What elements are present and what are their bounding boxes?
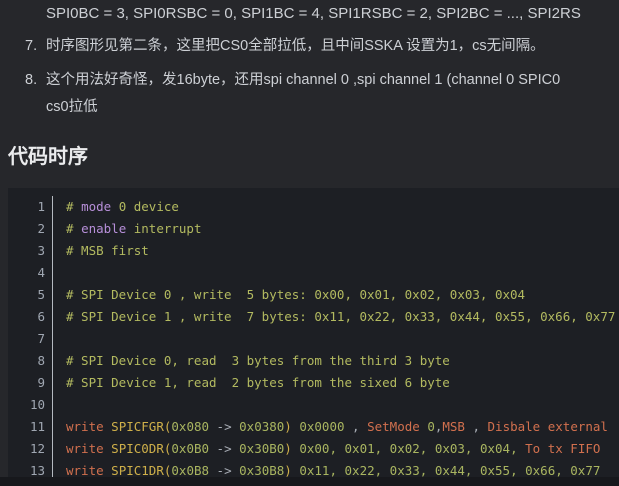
code-token: 0x0B8 bbox=[171, 463, 209, 478]
line-number: 9 bbox=[8, 372, 53, 394]
line-number: 6 bbox=[8, 306, 53, 328]
code-line: 3 # MSB first bbox=[8, 240, 619, 262]
code-token: write bbox=[66, 419, 104, 434]
code-token: # SPI Device 0 , write 5 bytes: 0x00, 0x… bbox=[66, 287, 525, 302]
code-token: Disbale external bbox=[488, 419, 608, 434]
code-token: # SPI Device 1, read 2 bytes from the si… bbox=[66, 375, 450, 390]
horizontal-scrollbar-track[interactable] bbox=[0, 477, 619, 486]
code-line: 10 bbox=[8, 394, 619, 416]
list-item-continuation-text: SPI0BC = 3, SPI0RSBC = 0, SPI1BC = 4, SP… bbox=[46, 0, 581, 27]
code-line: 4 bbox=[8, 262, 619, 284]
code-line: 12write SPIC0DR(0x0B0 -> 0x30B0) 0x00, 0… bbox=[8, 438, 619, 460]
code-token: To tx FIFO bbox=[525, 441, 600, 456]
code-lines-container: 1# mode 0 device2# enable interrupt3# MS… bbox=[8, 196, 619, 482]
code-line: 11write SPICFGR(0x080 -> 0x0380) 0x0000 … bbox=[8, 416, 619, 438]
code-line: 7 bbox=[8, 328, 619, 350]
code-token: mode bbox=[81, 199, 111, 214]
code-token: SPIC0DR( bbox=[111, 441, 171, 456]
section-heading: 代码时序 bbox=[8, 144, 88, 170]
code-token: MSB bbox=[442, 419, 465, 434]
code-line-text: # SPI Device 0 , write 5 bytes: 0x00, 0x… bbox=[53, 284, 525, 306]
list-item-number: 8. bbox=[25, 67, 37, 94]
code-line-text bbox=[53, 328, 66, 350]
code-line-text: # MSB first bbox=[53, 240, 149, 262]
code-token: # bbox=[66, 221, 81, 236]
line-number: 11 bbox=[8, 416, 53, 438]
code-line-text bbox=[53, 262, 66, 284]
code-token: 0x11, 0x22, 0x33, 0x44, 0x55, 0x66, 0x77 bbox=[299, 463, 600, 478]
code-line-text bbox=[53, 394, 66, 416]
list-item-line: 7. 时序图形见第二条，这里把CS0全部拉低，且中间SSKA 设置为1，cs无间隔… bbox=[0, 33, 619, 60]
list-item-text: 这个用法好奇怪，发16byte，还用spi channel 0 ,spi cha… bbox=[46, 72, 560, 88]
line-number: 8 bbox=[8, 350, 53, 372]
code-line-text: write SPICFGR(0x080 -> 0x0380) 0x0000 , … bbox=[53, 416, 608, 438]
code-token: 0x0000 bbox=[299, 419, 344, 434]
code-token: ) bbox=[284, 419, 292, 434]
code-token bbox=[518, 441, 526, 456]
code-token: 0x30B8 bbox=[239, 463, 284, 478]
code-line: 1# mode 0 device bbox=[8, 196, 619, 218]
line-number: 7 bbox=[8, 328, 53, 350]
code-line-text: write SPIC0DR(0x0B0 -> 0x30B0) 0x00, 0x0… bbox=[53, 438, 600, 460]
code-token: 0 device bbox=[111, 199, 179, 214]
line-number: 4 bbox=[8, 262, 53, 284]
code-token: SetMode bbox=[367, 419, 427, 434]
code-token: 0x00, 0x01, 0x02, 0x03, 0x04, bbox=[299, 441, 517, 456]
line-number: 5 bbox=[8, 284, 53, 306]
code-token: # bbox=[66, 199, 81, 214]
code-token: SPICFGR( bbox=[111, 419, 171, 434]
code-line-text: # SPI Device 0, read 3 bytes from the th… bbox=[53, 350, 450, 372]
code-token: # SPI Device 0, read 3 bytes from the th… bbox=[66, 353, 450, 368]
code-line-text: # enable interrupt bbox=[53, 218, 201, 240]
line-number: 1 bbox=[8, 196, 53, 218]
code-token: , bbox=[465, 419, 488, 434]
list-item-number: 7. bbox=[25, 33, 37, 60]
list-item-text: cs0拉低 bbox=[46, 99, 98, 115]
code-token: write bbox=[66, 463, 104, 478]
code-token: -> bbox=[209, 463, 239, 478]
list-item-line: 8. 这个用法好奇怪，发16byte，还用spi channel 0 ,spi c… bbox=[0, 67, 619, 94]
code-token: enable bbox=[81, 221, 126, 236]
code-token: # SPI Device 1 , write 7 bytes: 0x11, 0x… bbox=[66, 309, 615, 324]
code-line: 9 # SPI Device 1, read 2 bytes from the s… bbox=[8, 372, 619, 394]
code-line: 6 # SPI Device 1 , write 7 bytes: 0x11, 0… bbox=[8, 306, 619, 328]
code-token: 0x0380 bbox=[239, 419, 284, 434]
code-token: 0x080 bbox=[171, 419, 209, 434]
line-number: 12 bbox=[8, 438, 53, 460]
code-line-text: # SPI Device 1 , write 7 bytes: 0x11, 0x… bbox=[53, 306, 615, 328]
code-token: write bbox=[66, 441, 104, 456]
code-token: -> bbox=[209, 419, 239, 434]
code-block: 1# mode 0 device2# enable interrupt3# MS… bbox=[8, 188, 619, 486]
code-token: 0 bbox=[427, 419, 435, 434]
ordered-list: 7. 时序图形见第二条，这里把CS0全部拉低，且中间SSKA 设置为1，cs无间隔… bbox=[0, 33, 619, 121]
list-item-line: cs0拉低 bbox=[0, 94, 619, 121]
code-token: 0x30B0 bbox=[239, 441, 284, 456]
line-number: 2 bbox=[8, 218, 53, 240]
code-token: ) bbox=[284, 441, 292, 456]
code-token: SPIC1DR( bbox=[111, 463, 171, 478]
code-line-text: # SPI Device 1, read 2 bytes from the si… bbox=[53, 372, 450, 394]
code-token: interrupt bbox=[126, 221, 201, 236]
code-token: 0x0B0 bbox=[171, 441, 209, 456]
code-line: 8 # SPI Device 0, read 3 bytes from the t… bbox=[8, 350, 619, 372]
code-line-text: # mode 0 device bbox=[53, 196, 179, 218]
code-token: -> bbox=[209, 441, 239, 456]
code-token: # MSB first bbox=[66, 243, 149, 258]
code-line: 2# enable interrupt bbox=[8, 218, 619, 240]
line-number: 3 bbox=[8, 240, 53, 262]
list-item-text: 时序图形见第二条，这里把CS0全部拉低，且中间SSKA 设置为1，cs无间隔。 bbox=[46, 38, 545, 54]
code-token: , bbox=[345, 419, 368, 434]
code-token: ) bbox=[284, 463, 292, 478]
line-number: 10 bbox=[8, 394, 53, 416]
code-line: 5 # SPI Device 0 , write 5 bytes: 0x00, 0… bbox=[8, 284, 619, 306]
